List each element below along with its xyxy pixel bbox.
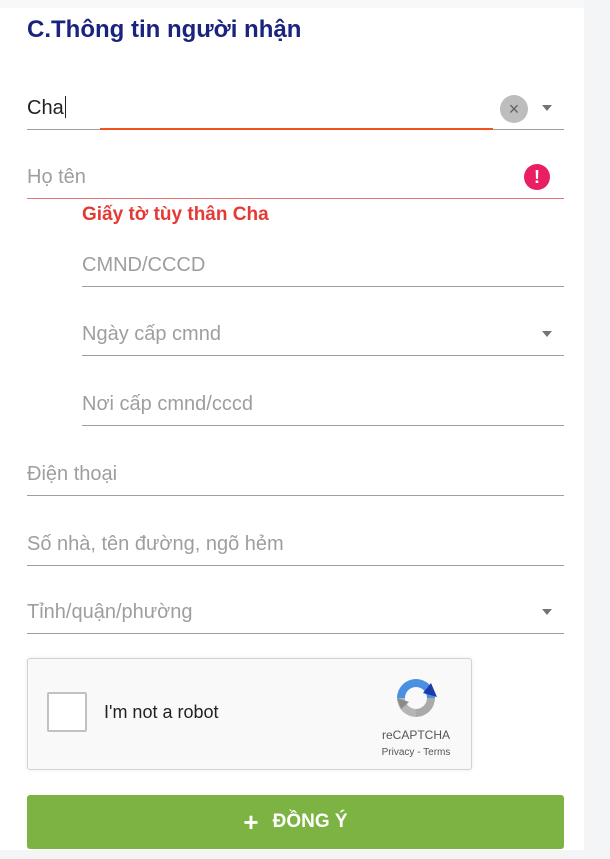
id-section-label: Giấy tờ tùy thân Cha bbox=[82, 204, 269, 225]
recaptcha-label: I'm not a robot bbox=[104, 702, 219, 722]
focus-underline bbox=[100, 128, 493, 130]
recaptcha-brand: reCAPTCHA bbox=[381, 728, 450, 742]
submit-button[interactable]: + ĐỒNG Ý bbox=[27, 795, 564, 849]
recaptcha-checkbox[interactable] bbox=[47, 692, 87, 732]
issue-place-placeholder: Nơi cấp cmnd/cccd bbox=[82, 393, 253, 415]
region-select[interactable]: Tỉnh/quận/phường bbox=[27, 588, 564, 634]
phone-field[interactable]: Điện thoại bbox=[27, 450, 564, 496]
bottom-strip bbox=[0, 850, 584, 859]
issue-place-field[interactable]: Nơi cấp cmnd/cccd bbox=[82, 380, 564, 426]
text-cursor bbox=[64, 96, 66, 118]
full-name-placeholder: Họ tên bbox=[27, 166, 86, 188]
section-title: C.Thông tin người nhận bbox=[27, 16, 302, 43]
address-placeholder: Số nhà, tên đường, ngõ hẻm bbox=[27, 533, 284, 555]
issue-date-select[interactable]: Ngày cấp cmnd bbox=[82, 310, 564, 356]
recaptcha-links[interactable]: Privacy - Terms bbox=[363, 747, 469, 758]
region-placeholder: Tỉnh/quận/phường bbox=[27, 601, 193, 623]
relation-select[interactable]: Cha × bbox=[27, 84, 564, 130]
phone-placeholder: Điện thoại bbox=[27, 463, 118, 485]
submit-label: ĐỒNG Ý bbox=[272, 811, 348, 832]
address-field[interactable]: Số nhà, tên đường, ngõ hẻm bbox=[27, 520, 564, 566]
top-strip bbox=[0, 0, 584, 8]
close-icon[interactable]: × bbox=[500, 95, 528, 123]
chevron-down-icon[interactable] bbox=[542, 609, 552, 615]
chevron-down-icon[interactable] bbox=[542, 105, 552, 111]
recaptcha-logo-icon bbox=[397, 679, 437, 717]
recaptcha-widget: I'm not a robot reCAPTCHA Privacy - Term… bbox=[27, 658, 472, 770]
chevron-down-icon[interactable] bbox=[542, 331, 552, 337]
id-number-field[interactable]: CMND/CCCD bbox=[82, 241, 564, 287]
page-gutter bbox=[584, 0, 610, 859]
id-number-placeholder: CMND/CCCD bbox=[82, 254, 206, 276]
full-name-field[interactable]: Họ tên ! bbox=[27, 153, 564, 199]
exclamation-icon: ! bbox=[524, 164, 550, 190]
issue-date-placeholder: Ngày cấp cmnd bbox=[82, 323, 221, 345]
relation-value: Cha bbox=[27, 96, 66, 119]
plus-icon: + bbox=[243, 807, 259, 837]
